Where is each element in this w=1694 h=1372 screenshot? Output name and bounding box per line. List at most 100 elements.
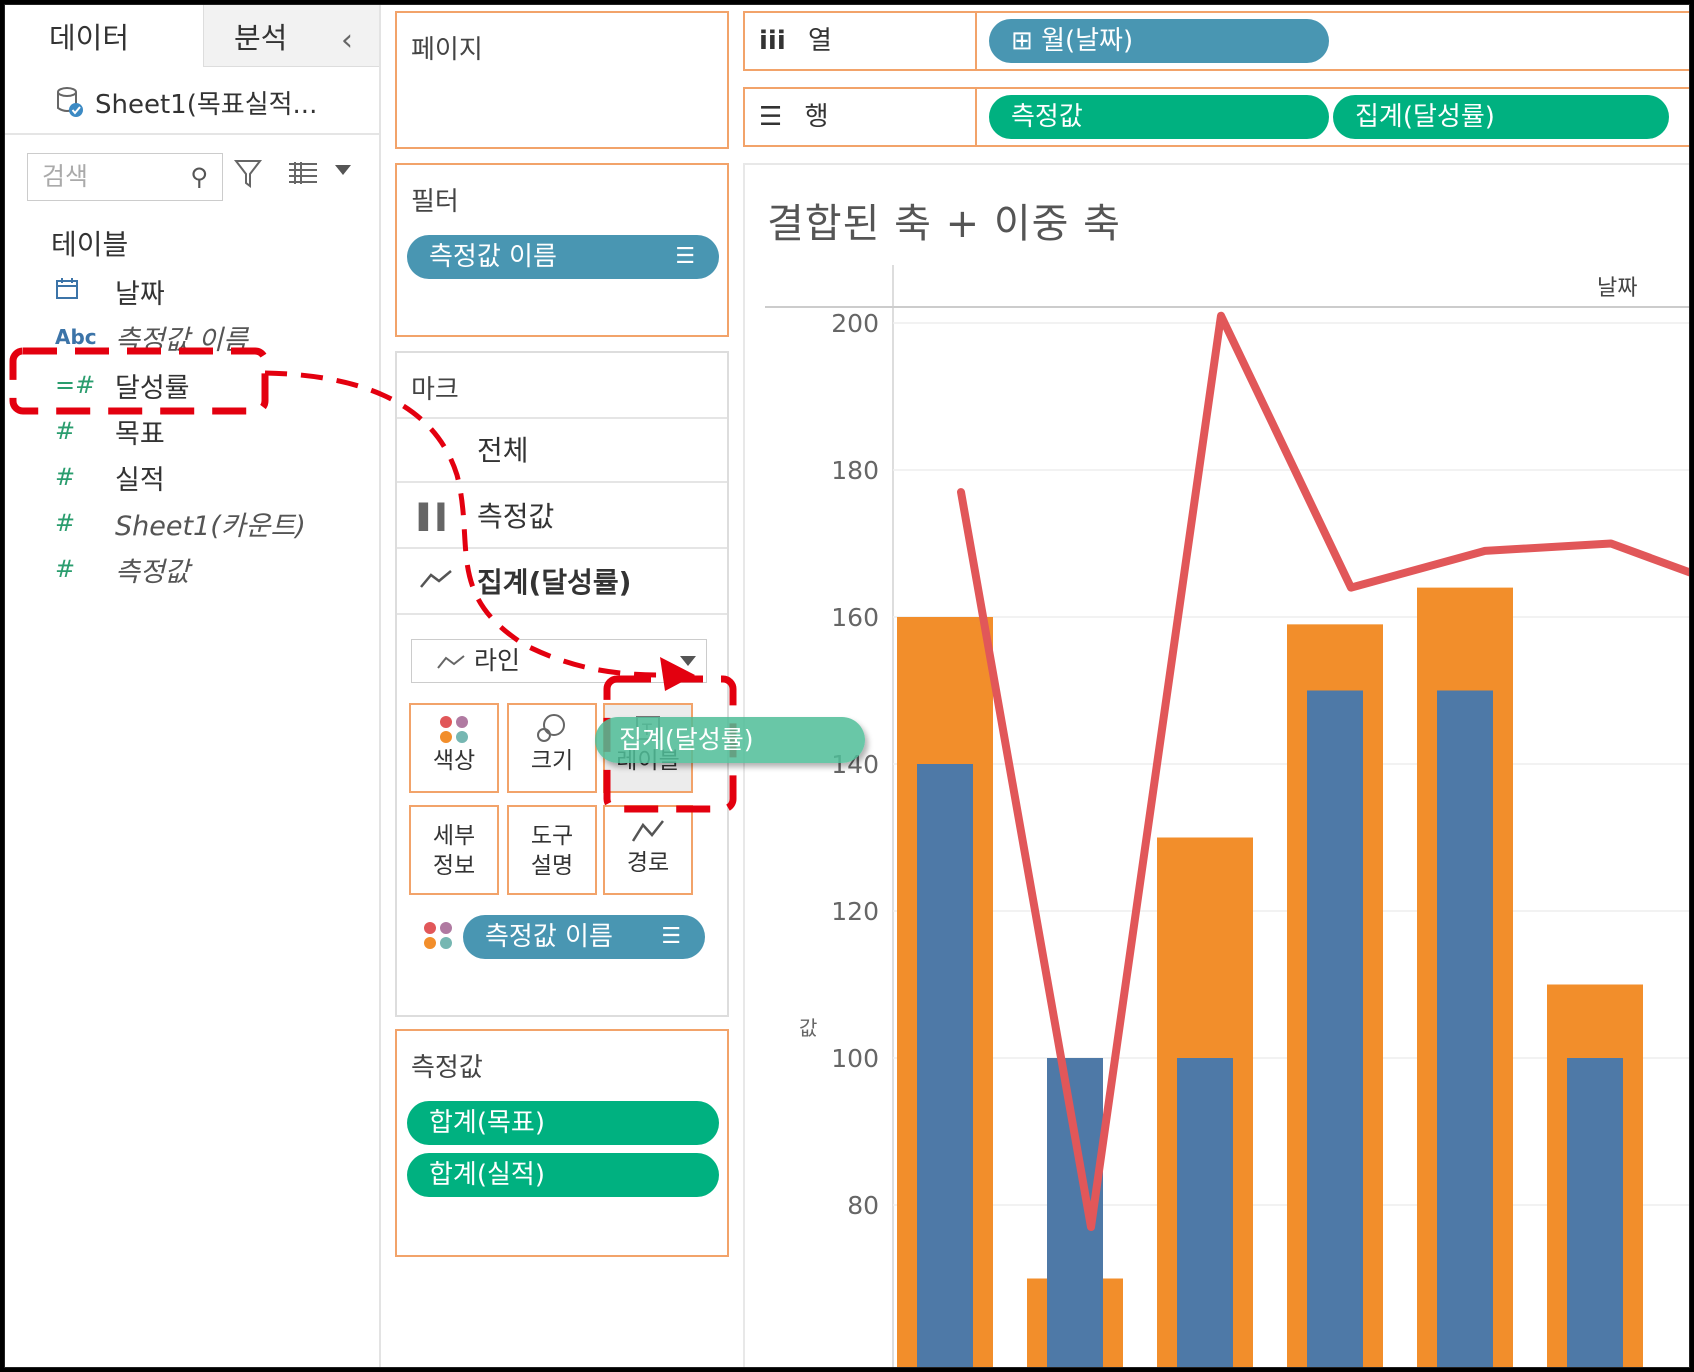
data-pane: 데이터 분석 ‹ Sheet1(목표실적... 검색 ⚲ 테이블 날짜 Abc … (5, 5, 381, 1367)
columns-shelf[interactable]: iii 열 ⊞ 월(날짜) (743, 11, 1689, 71)
data-source-name: Sheet1(목표실적... (95, 89, 318, 120)
chart: 날짜80100120140160180200값 (765, 265, 1689, 1367)
tableau-window: 데이터 분석 ‹ Sheet1(목표실적... 검색 ⚲ 테이블 날짜 Abc … (4, 4, 1690, 1368)
column-header: 날짜 (1597, 276, 1637, 301)
field-count[interactable]: # Sheet1(카운트) (55, 503, 306, 543)
pill-label: 집계(달성률) (1355, 102, 1495, 132)
bar-actual (1437, 690, 1493, 1367)
search-icon: ⚲ (190, 163, 208, 191)
columns-icon: iii (759, 26, 786, 56)
marks-row-all[interactable]: 전체 (397, 419, 727, 483)
cards-pane: 페이지 필터 측정값 이름 ☰ 마크 전체 ▌▍ 측정값 집계(달성률) 라인 … (381, 5, 743, 1367)
bar-actual (917, 764, 973, 1367)
filter-pill[interactable]: 측정값 이름 ☰ (407, 235, 719, 279)
path-button[interactable]: 경로 (603, 805, 693, 895)
pill-label: 월(날짜) (1041, 26, 1134, 56)
filter-icon[interactable] (233, 157, 263, 191)
rows-pill-measures[interactable]: 측정값 (989, 95, 1329, 139)
bar-actual (1307, 690, 1363, 1367)
color-dots-icon (421, 919, 455, 955)
tab-data[interactable]: 데이터 (5, 5, 203, 67)
card-title: 측정값 (411, 1053, 483, 1083)
divider (5, 133, 379, 135)
row-label: 집계(달성률) (477, 566, 632, 599)
bar-actual (1177, 1058, 1233, 1367)
shelf-label-text: 행 (804, 102, 829, 132)
detail-button[interactable]: 세부 정보 (409, 805, 499, 895)
color-pill[interactable]: 측정값 이름 ☰ (463, 915, 705, 959)
field-name: 날짜 (115, 278, 165, 310)
marks-row-rate[interactable]: 집계(달성률) (397, 551, 727, 615)
marks-row-measures[interactable]: ▌▍ 측정값 (397, 485, 727, 549)
button-label: 세부 (432, 823, 476, 849)
pill-label: 측정값 (1011, 102, 1083, 132)
measure-icon: # (55, 463, 76, 491)
calendar-icon (55, 276, 115, 306)
collapse-pane-icon[interactable]: ‹ (341, 23, 353, 58)
field-date[interactable]: 날짜 (55, 271, 165, 311)
field-name: Sheet1(카운트) (115, 510, 306, 542)
pill-label: 합계(목표) (429, 1108, 545, 1138)
field-name: 목표 (115, 418, 165, 450)
measure-icon: # (55, 417, 76, 445)
mark-type-label: 라인 (473, 646, 520, 675)
y-tick-label: 200 (831, 309, 879, 338)
data-source[interactable]: Sheet1(목표실적... (55, 79, 317, 125)
pill-label: 집계(달성률) (619, 725, 754, 754)
row-label: 측정값 (477, 500, 555, 533)
list-view-icon[interactable] (287, 161, 319, 185)
line-chart-icon (437, 655, 465, 669)
section-title: 테이블 (51, 228, 129, 261)
calculated-measure-icon: =# (55, 371, 96, 399)
measure-pill-actual[interactable]: 합계(실적) (407, 1153, 719, 1197)
expand-icon: ⊞ (1011, 26, 1042, 56)
pill-label: 합계(실적) (429, 1160, 545, 1190)
button-label: 크기 (530, 748, 574, 774)
sort-icon: ☰ (661, 924, 681, 949)
field-name: 측정값 (115, 556, 190, 588)
chevron-down-icon[interactable] (335, 165, 351, 175)
pages-card[interactable]: 페이지 (395, 11, 729, 149)
button-label: 경로 (626, 850, 670, 876)
worksheet-view[interactable]: 결합된 축 + 이중 축 날짜 80 100 120 140 160 180 200 값 (743, 163, 1689, 1367)
measure-icon: # (55, 555, 76, 583)
button-label: 색상 (432, 748, 476, 774)
marks-card[interactable]: 마크 전체 ▌▍ 측정값 집계(달성률) 라인 색상 크기 세부 정보 도구 설… (395, 351, 729, 1017)
size-icon (509, 705, 595, 747)
button-label: 도구 (530, 823, 574, 849)
filters-card[interactable]: 필터 측정값 이름 ☰ (395, 163, 729, 337)
line-chart-icon (419, 551, 453, 615)
rows-pill-rate[interactable]: 집계(달성률) (1333, 95, 1669, 139)
field-measure-values[interactable]: # 측정값 (55, 549, 190, 589)
search-input[interactable]: 검색 ⚲ (27, 153, 223, 201)
mark-type-select[interactable]: 라인 (411, 639, 707, 683)
y-tick-label: 160 (831, 603, 879, 632)
button-label: 정보 (432, 853, 476, 879)
size-button[interactable]: 크기 (507, 703, 597, 793)
chevron-down-icon (680, 656, 696, 666)
card-title: 필터 (411, 187, 459, 217)
pill-label: 측정값 이름 (485, 922, 613, 952)
tooltip-button[interactable]: 도구 설명 (507, 805, 597, 895)
color-button[interactable]: 색상 (409, 703, 499, 793)
columns-pill[interactable]: ⊞ 월(날짜) (989, 19, 1329, 63)
search-placeholder: 검색 (42, 162, 89, 191)
field-achievement-rate[interactable]: =# 달성률 (55, 365, 190, 405)
dragged-pill: 집계(달성률) (595, 717, 865, 763)
field-actual[interactable]: # 실적 (55, 457, 165, 497)
measure-values-card[interactable]: 측정값 합계(목표) 합계(실적) (395, 1029, 729, 1257)
row-label: 전체 (477, 434, 529, 467)
rows-icon: ☰ (759, 102, 783, 132)
card-title: 페이지 (411, 35, 483, 65)
field-name: 실적 (115, 464, 165, 496)
measure-pill-target[interactable]: 합계(목표) (407, 1101, 719, 1145)
field-target[interactable]: # 목표 (55, 411, 165, 451)
bar-actual (1567, 1058, 1623, 1367)
shelf-label: iii 열 (745, 13, 977, 69)
rows-shelf[interactable]: ☰ 행 측정값 집계(달성률) (743, 87, 1689, 147)
color-dots-icon (411, 705, 497, 747)
field-measure-names[interactable]: Abc 측정값 이름 (55, 317, 248, 357)
path-icon (605, 807, 691, 849)
measure-icon: # (55, 509, 76, 537)
shelf-label: ☰ 행 (745, 89, 977, 145)
